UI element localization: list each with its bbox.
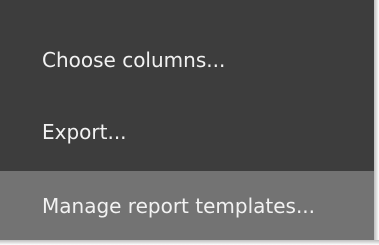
menu-item-label: Export...	[42, 120, 127, 144]
menu-shadow-right	[374, 0, 379, 245]
menu-item-label: Manage report templates...	[42, 193, 316, 218]
menu-shadow-bottom	[0, 240, 379, 245]
menu-item-manage-report-templates[interactable]: Manage report templates...	[0, 171, 374, 240]
menu-item-choose-columns[interactable]: Choose columns...	[0, 28, 374, 92]
context-menu: Choose columns... Export... Manage repor…	[0, 0, 374, 240]
menu-item-export[interactable]: Export...	[0, 98, 374, 166]
menu-item-label: Choose columns...	[42, 48, 226, 72]
